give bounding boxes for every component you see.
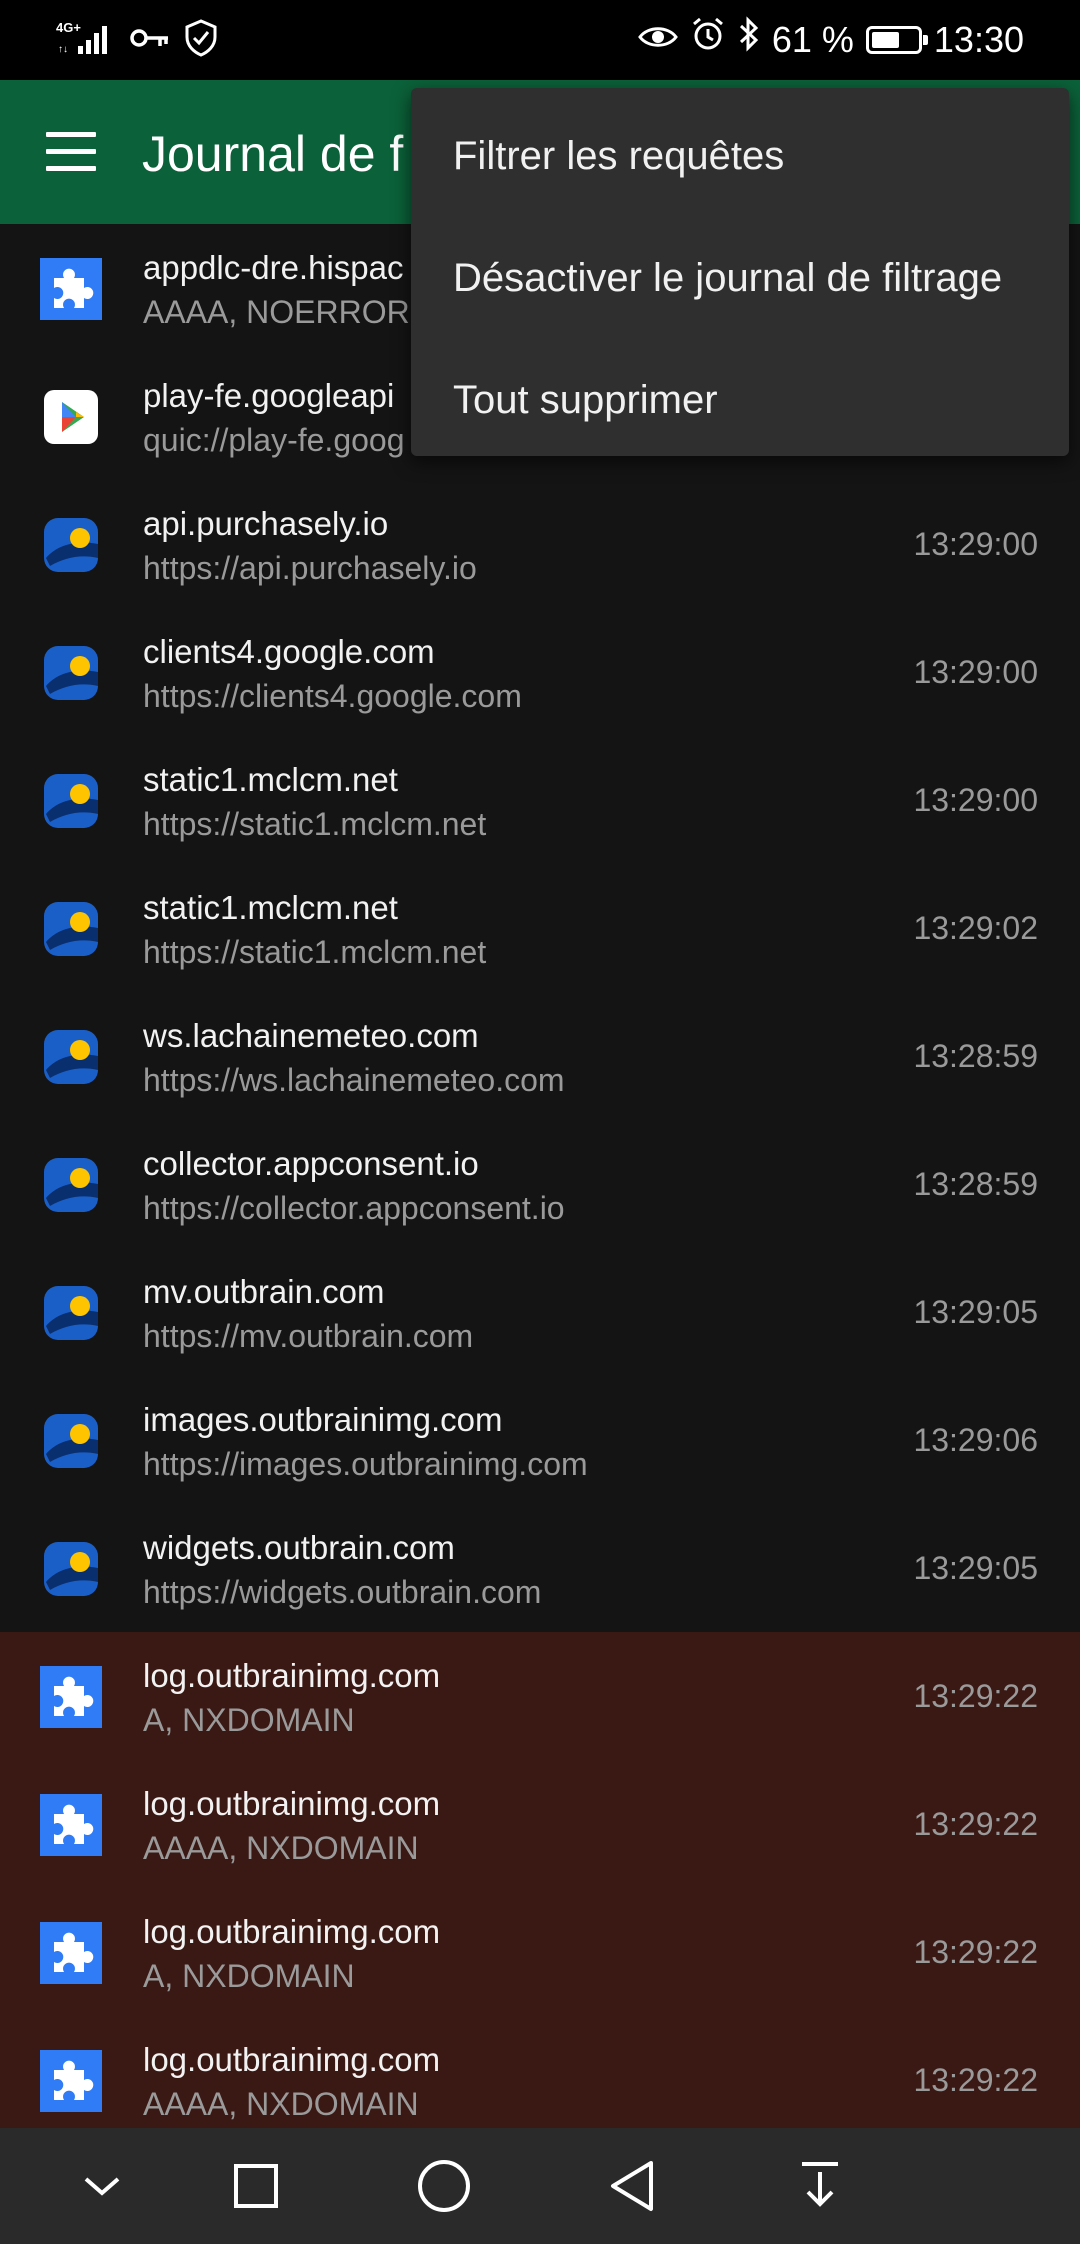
- menu-item-delete-all[interactable]: Tout supprimer: [453, 375, 718, 425]
- log-host: log.outbrainimg.com: [143, 2041, 441, 2078]
- log-host: collector.appconsent.io: [143, 1145, 479, 1182]
- puzzle-icon: [40, 1922, 102, 1984]
- log-detail: A, NXDOMAIN: [143, 1702, 355, 1738]
- log-row[interactable]: ws.lachainemeteo.com https://ws.lachainem…: [0, 992, 1080, 1120]
- log-row[interactable]: collector.appconsent.io https://collector…: [0, 1120, 1080, 1248]
- log-time: 13:29:05: [913, 1550, 1038, 1586]
- weather-app-icon: [40, 1282, 102, 1344]
- status-right: 61 % 13:30: [637, 14, 1024, 66]
- log-time: 13:29:22: [913, 2062, 1038, 2098]
- hamburger-menu-icon[interactable]: [46, 132, 96, 172]
- log-detail: https://static1.mclcm.net: [143, 806, 487, 842]
- log-detail: AAAA, NXDOMAIN: [143, 2086, 419, 2122]
- log-host: log.outbrainimg.com: [143, 1657, 441, 1694]
- log-detail: https://ws.lachainemeteo.com: [143, 1062, 565, 1098]
- log-row[interactable]: api.purchasely.io https://api.purchasely.…: [0, 480, 1080, 608]
- log-detail: https://widgets.outbrain.com: [143, 1574, 542, 1610]
- battery-fill: [871, 32, 899, 48]
- log-row[interactable]: static1.mclcm.net https://static1.mclcm.n…: [0, 736, 1080, 864]
- page-title: Journal de f: [142, 126, 404, 182]
- svg-text:↑↓: ↑↓: [58, 44, 68, 55]
- log-detail: quic://play-fe.goog: [143, 422, 405, 458]
- alarm-icon: [690, 14, 726, 66]
- log-time: 13:28:59: [913, 1166, 1038, 1202]
- log-time: 13:28:59: [913, 1038, 1038, 1074]
- weather-app-icon: [40, 1026, 102, 1088]
- log-time: 13:29:02: [913, 910, 1038, 946]
- signal-icon: 4G+ ↑↓: [56, 18, 116, 63]
- log-detail: https://collector.appconsent.io: [143, 1190, 565, 1226]
- log-row[interactable]: mv.outbrain.com https://mv.outbrain.com 13…: [0, 1248, 1080, 1376]
- log-host: api.purchasely.io: [143, 505, 389, 542]
- puzzle-icon: [40, 1794, 102, 1856]
- log-host: play-fe.googleapi: [143, 377, 395, 414]
- log-time: 13:29:00: [913, 782, 1038, 818]
- battery-icon: [865, 26, 928, 54]
- overflow-menu: Filtrer les requêtes Désactiver le journ…: [411, 88, 1069, 456]
- play-store-icon: [40, 386, 102, 448]
- puzzle-icon: [40, 258, 102, 320]
- log-detail: A, NXDOMAIN: [143, 1958, 355, 1994]
- log-row[interactable]: widgets.outbrain.com https://widgets.outb…: [0, 1504, 1080, 1632]
- log-host: log.outbrainimg.com: [143, 1785, 441, 1822]
- weather-app-icon: [40, 1410, 102, 1472]
- log-time: 13:29:22: [913, 1934, 1038, 1970]
- status-left: 4G+ ↑↓: [56, 18, 218, 62]
- log-row[interactable]: log.outbrainimg.com AAAA, NXDOMAIN 13:29:2…: [0, 2016, 1080, 2144]
- log-host: log.outbrainimg.com: [143, 1913, 441, 1950]
- menu-item-filter-requests[interactable]: Filtrer les requêtes: [453, 131, 784, 181]
- eye-icon: [637, 14, 678, 66]
- log-time: 13:29:00: [913, 526, 1038, 562]
- back-triangle-icon[interactable]: [596, 2150, 668, 2222]
- log-row[interactable]: images.outbrainimg.com https://images.out…: [0, 1376, 1080, 1504]
- log-time: 13:29:06: [913, 1422, 1038, 1458]
- weather-app-icon: [40, 642, 102, 704]
- menu-item-disable-filter-log[interactable]: Désactiver le journal de filtrage: [453, 253, 1002, 303]
- weather-app-icon: [40, 770, 102, 832]
- log-host: ws.lachainemeteo.com: [143, 1017, 479, 1054]
- weather-app-icon: [40, 514, 102, 576]
- recents-square-icon[interactable]: [220, 2150, 292, 2222]
- log-detail: AAAA, NXDOMAIN: [143, 1830, 419, 1866]
- log-time: 13:29:05: [913, 1294, 1038, 1330]
- puzzle-icon: [40, 2050, 102, 2112]
- log-detail: https://images.outbrainimg.com: [143, 1446, 588, 1482]
- bluetooth-icon: [738, 14, 760, 66]
- shield-check-icon: [184, 18, 218, 62]
- clock: 13:30: [933, 19, 1024, 60]
- log-detail: https://mv.outbrain.com: [143, 1318, 474, 1354]
- query-log-list: appdlc-dre.hispac AAAA, NOERROR play-fe.go…: [0, 224, 1080, 2144]
- log-detail: https://static1.mclcm.net: [143, 934, 487, 970]
- log-row[interactable]: log.outbrainimg.com A, NXDOMAIN 13:29:22: [0, 1632, 1080, 1760]
- log-row[interactable]: log.outbrainimg.com AAAA, NXDOMAIN 13:29:2…: [0, 1760, 1080, 1888]
- vpn-key-icon: [130, 23, 170, 58]
- puzzle-icon: [40, 1666, 102, 1728]
- log-detail: AAAA, NOERROR: [143, 294, 410, 330]
- log-time: 13:29:22: [913, 1806, 1038, 1842]
- log-host: clients4.google.com: [143, 633, 435, 670]
- log-host: appdlc-dre.hispac: [143, 249, 404, 286]
- log-host: static1.mclcm.net: [143, 889, 398, 926]
- home-circle-icon[interactable]: [408, 2150, 480, 2222]
- weather-app-icon: [40, 898, 102, 960]
- log-host: static1.mclcm.net: [143, 761, 398, 798]
- log-detail: https://clients4.google.com: [143, 678, 522, 714]
- navigation-bar: [0, 2128, 1080, 2244]
- log-host: images.outbrainimg.com: [143, 1401, 503, 1438]
- battery-percent: 61 %: [771, 19, 854, 60]
- log-host: widgets.outbrain.com: [143, 1529, 455, 1566]
- notification-pull-icon[interactable]: [784, 2150, 856, 2222]
- log-row[interactable]: clients4.google.com https://clients4.goog…: [0, 608, 1080, 736]
- log-host: mv.outbrain.com: [143, 1273, 385, 1310]
- weather-app-icon: [40, 1154, 102, 1216]
- log-time: 13:29:22: [913, 1678, 1038, 1714]
- chevron-down-icon[interactable]: [66, 2150, 138, 2222]
- svg-text:4G+: 4G+: [56, 20, 81, 35]
- log-row[interactable]: static1.mclcm.net https://static1.mclcm.n…: [0, 864, 1080, 992]
- log-time: 13:29:00: [913, 654, 1038, 690]
- log-row[interactable]: log.outbrainimg.com A, NXDOMAIN 13:29:22: [0, 1888, 1080, 2016]
- weather-app-icon: [40, 1538, 102, 1600]
- status-bar: 4G+ ↑↓ 61 % 13:30: [0, 0, 1080, 80]
- log-detail: https://api.purchasely.io: [143, 550, 477, 586]
